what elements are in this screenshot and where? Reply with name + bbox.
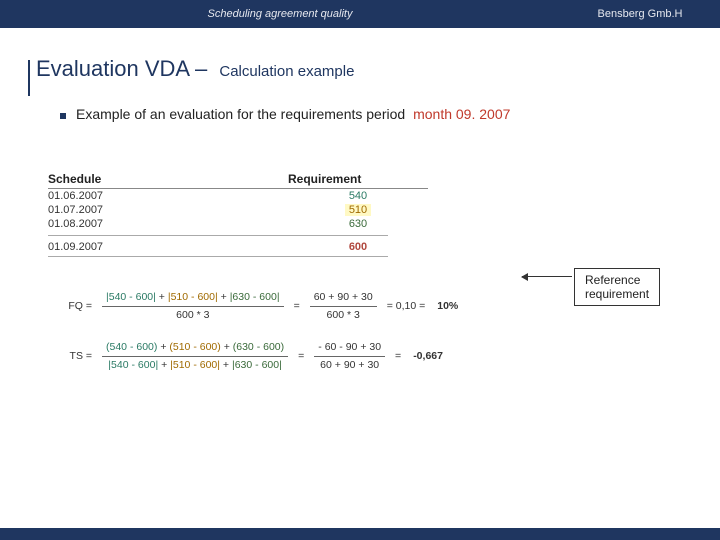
fq-eq-small: = 0,10 = [387,299,426,314]
formulas: FQ = |540 - 600| + |510 - 600| + |630 - … [60,290,640,391]
fq-term: |540 - 600| [106,291,156,303]
ts-term: |540 - 600| [108,359,158,371]
schedule-date: 01.09.2007 [48,240,288,254]
table-row: 01.06.2007 540 [48,189,608,203]
fq-formula: FQ = |540 - 600| + |510 - 600| + |630 - … [60,290,640,322]
fq-den2: 600 * 3 [323,307,364,323]
equals: = [294,299,300,314]
hdr-requirement: Requirement [288,170,428,189]
divider [48,235,388,236]
ts-num2: - 60 - 90 + 30 [314,340,385,357]
schedule-date: 01.06.2007 [48,189,288,203]
ts-result: -0,667 [413,349,443,364]
req-value-ref: 600 [349,241,367,253]
title-main: Evaluation VDA – [36,56,207,81]
ts-term: (630 - 600) [233,341,284,353]
fq-num2: 60 + 90 + 30 [310,290,377,307]
fq-term: |510 - 600| [168,291,218,303]
arrow-left-icon [522,276,572,277]
ts-den2: 60 + 90 + 30 [316,357,383,373]
callout-line1: Reference [585,273,649,287]
table-row-ref: 01.09.2007 600 [48,240,608,254]
schedule-date: 01.07.2007 [48,203,288,217]
schedule-date: 01.08.2007 [48,217,288,231]
ts-term: (540 - 600) [106,341,157,353]
ts-formula: TS = (540 - 600) + (510 - 600) + (630 - … [60,340,640,372]
fq-label: FQ = [60,299,98,314]
table-row: 01.08.2007 630 [48,217,608,231]
hdr-schedule: Schedule [48,170,288,189]
divider [48,256,388,257]
ts-term: |510 - 600| [170,359,220,371]
equals: = [298,349,304,364]
topbar-company: Bensberg Gmb.H [560,8,720,20]
bullet-square-icon [60,113,66,119]
topbar-title: Scheduling agreement quality [0,8,560,20]
slide-title: Evaluation VDA – Calculation example [0,56,720,82]
ts-term: (510 - 600) [169,341,220,353]
bullet: Example of an evaluation for the require… [0,106,720,122]
title-sub: Calculation example [219,63,354,80]
top-bar: Scheduling agreement quality Bensberg Gm… [0,0,720,28]
req-value: 510 [345,204,371,216]
table-row: 01.07.2007 510 [48,203,608,217]
req-value: 630 [349,218,367,230]
ts-term: |630 - 600| [232,359,282,371]
fq-result: 10% [437,299,458,314]
fq-term: |630 - 600| [230,291,280,303]
req-value: 540 [349,190,367,202]
title-accent-bar [28,60,30,96]
bullet-text: Example of an evaluation for the require… [76,106,405,122]
bottom-bar [0,528,720,540]
schedule-table: Schedule Requirement 01.06.2007 540 01.0… [48,170,608,259]
fq-den: 600 * 3 [172,307,213,323]
bullet-accent: month 09. 2007 [413,106,510,122]
ts-label: TS = [60,349,98,364]
ts-eq-small: = [395,349,401,364]
